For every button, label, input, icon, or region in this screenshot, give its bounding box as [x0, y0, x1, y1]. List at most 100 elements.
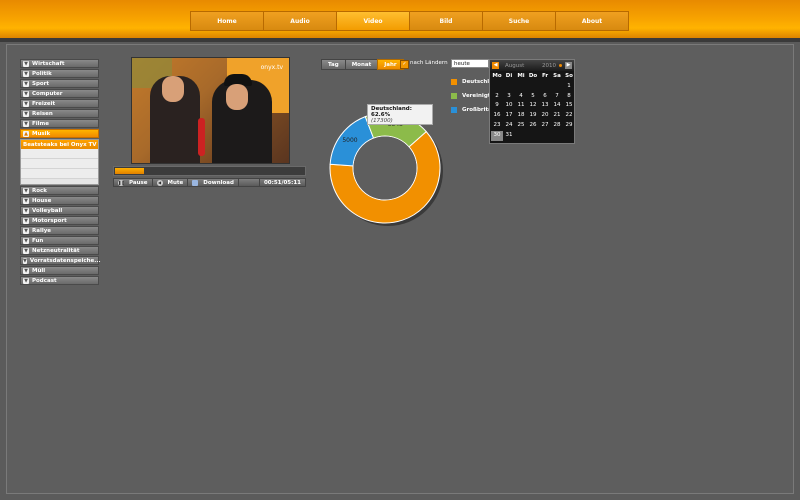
pause-button[interactable]: ❚❚ Pause: [114, 179, 153, 186]
sidebar-item-house[interactable]: ▼ House: [20, 196, 99, 205]
legend-item-deutschland[interactable]: Deutschla: [451, 75, 494, 89]
sidebar-item-motorsport[interactable]: ▼ Motorsport: [20, 216, 99, 225]
sidebar-item-label: Filme: [32, 120, 49, 127]
calendar-day[interactable]: 30: [491, 130, 503, 141]
today-dot-icon[interactable]: [559, 64, 562, 67]
video-progress-fill: [115, 168, 144, 174]
sidebar-item-netzneutralitaet[interactable]: ▼ Netzneutralität: [20, 246, 99, 255]
sidebar-item-label: Freizeit: [32, 100, 56, 107]
video-player[interactable]: onyx.tv: [131, 57, 290, 164]
nav-audio[interactable]: Audio: [263, 11, 337, 31]
donut-hole: [353, 136, 417, 200]
calendar-day[interactable]: 26: [527, 121, 539, 131]
sidebar-subitem-beatsteaks[interactable]: Beatsteaks bei Onyx TV: [21, 140, 98, 149]
sidebar-item-reisen[interactable]: ▼ Reisen: [20, 109, 99, 118]
next-month-button[interactable]: ▶: [565, 62, 572, 69]
calendar-day[interactable]: 14: [551, 101, 563, 111]
prev-month-button[interactable]: ◀: [492, 62, 499, 69]
calendar-month[interactable]: August: [505, 63, 524, 69]
calendar-day[interactable]: 9: [491, 101, 503, 111]
sidebar-item-label: Politik: [32, 70, 52, 77]
sidebar-item-muell[interactable]: ▼ Müll: [20, 266, 99, 275]
date-input[interactable]: [451, 59, 489, 68]
legend-label: Großbrita: [462, 107, 492, 113]
sidebar-item-fun[interactable]: ▼ Fun: [20, 236, 99, 245]
calendar-day[interactable]: 6: [539, 92, 551, 102]
calendar-day[interactable]: 23: [491, 121, 503, 131]
calendar-day[interactable]: 13: [539, 101, 551, 111]
calendar-day[interactable]: 11: [515, 101, 527, 111]
chevron-down-icon: ▼: [23, 267, 29, 274]
calendar-day[interactable]: 17: [503, 111, 515, 121]
sidebar-item-computer[interactable]: ▼ Computer: [20, 89, 99, 98]
chevron-down-icon: ▼: [23, 197, 29, 204]
category-sidebar: ▼ Wirtschaft ▼ Politik ▼ Sport ▼ Computer ▼ F…: [20, 59, 101, 286]
period-monat-button[interactable]: Monat: [344, 59, 379, 70]
video-frame-person: [212, 74, 272, 163]
calendar-day[interactable]: 12: [527, 101, 539, 111]
weekday-header: Di: [505, 73, 513, 79]
calendar-day[interactable]: 15: [563, 101, 575, 111]
calendar-day[interactable]: 27: [539, 121, 551, 131]
sidebar-item-wirtschaft[interactable]: ▼ Wirtschaft: [20, 59, 99, 68]
chevron-down-icon: ▼: [23, 187, 29, 194]
calendar-day[interactable]: 21: [551, 111, 563, 121]
calendar-day[interactable]: 1: [563, 82, 575, 92]
video-frame-person: [150, 76, 200, 163]
calendar-day[interactable]: 8: [563, 92, 575, 102]
legend-item-vereinigte-staaten[interactable]: Vereinigte: [451, 89, 494, 103]
legend-item-grossbritannien[interactable]: Großbrita: [451, 103, 494, 117]
calendar-day[interactable]: 20: [539, 111, 551, 121]
sidebar-item-label: Motorsport: [32, 217, 67, 224]
nav-suche[interactable]: Suche: [482, 11, 556, 31]
chevron-up-icon: ▲: [23, 130, 29, 137]
calendar-day[interactable]: 31: [503, 131, 515, 141]
pause-icon: ❚❚: [118, 179, 125, 186]
nav-video[interactable]: Video: [336, 11, 410, 31]
nav-about[interactable]: About: [555, 11, 629, 31]
sidebar-item-podcast[interactable]: ▼ Podcast: [20, 276, 99, 285]
mute-label: Mute: [167, 179, 184, 186]
calendar-day[interactable]: 18: [515, 111, 527, 121]
chevron-down-icon: ▼: [23, 247, 29, 254]
sidebar-item-politik[interactable]: ▼ Politik: [20, 69, 99, 78]
by-country-checkbox[interactable]: ✓: [400, 60, 409, 69]
mute-button[interactable]: ◀ Mute: [153, 179, 189, 186]
sidebar-submenu: Beatsteaks bei Onyx TV: [20, 139, 99, 185]
calendar-day[interactable]: 10: [503, 101, 515, 111]
calendar-day[interactable]: 29: [563, 121, 575, 131]
calendar-day[interactable]: 5: [527, 92, 539, 102]
sidebar-item-vorratsdatenspeicherung[interactable]: ▼ Vorratsdatenspeiche...: [20, 256, 101, 265]
nav-home[interactable]: Home: [190, 11, 264, 31]
sidebar-item-rallye[interactable]: ▼ Rallye: [20, 226, 99, 235]
calendar-year[interactable]: 2010: [542, 63, 556, 69]
calendar-day[interactable]: 4: [515, 92, 527, 102]
calendar-day[interactable]: 28: [551, 121, 563, 131]
calendar-day[interactable]: 7: [551, 92, 563, 102]
weekday-header: So: [565, 73, 573, 79]
sidebar-item-sport[interactable]: ▼ Sport: [20, 79, 99, 88]
video-progress-bar[interactable]: [113, 166, 306, 176]
main-nav: Home Audio Video Bild Suche About: [190, 11, 629, 31]
calendar-day[interactable]: 16: [491, 111, 503, 121]
sidebar-item-volleyball[interactable]: ▼ Volleyball: [20, 206, 99, 215]
video-frame-face: [162, 76, 184, 102]
sidebar-item-rock[interactable]: ▼ Rock: [20, 186, 99, 195]
sidebar-item-freizeit[interactable]: ▼ Freizeit: [20, 99, 99, 108]
calendar-day[interactable]: 3: [503, 92, 515, 102]
video-watermark: onyx.tv: [260, 64, 283, 71]
tooltip-value: (17300): [371, 118, 393, 124]
disk-icon: [192, 179, 199, 186]
download-button[interactable]: Download: [188, 179, 239, 186]
period-tag-button[interactable]: Tag: [321, 59, 346, 70]
calendar-day[interactable]: 22: [563, 111, 575, 121]
calendar-day[interactable]: 24: [503, 121, 515, 131]
calendar-day[interactable]: 19: [527, 111, 539, 121]
speaker-icon: ◀: [156, 179, 163, 186]
calendar-day[interactable]: 2: [491, 92, 503, 102]
sidebar-item-filme[interactable]: ▼ Filme: [20, 119, 99, 128]
calendar-empty-cell: [515, 131, 527, 141]
calendar-day[interactable]: 25: [515, 121, 527, 131]
nav-bild[interactable]: Bild: [409, 11, 483, 31]
sidebar-item-musik[interactable]: ▲ Musik: [20, 129, 99, 138]
